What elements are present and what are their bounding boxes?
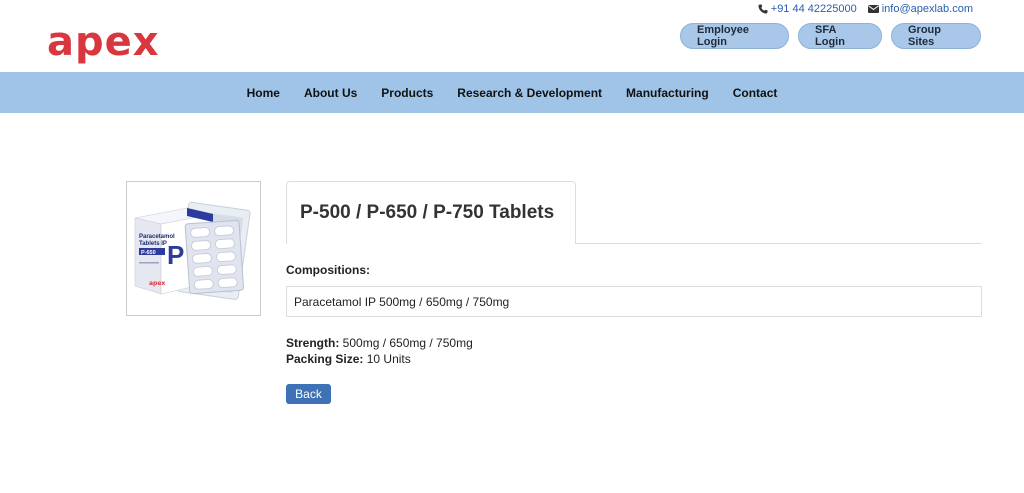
box-badge: P-650	[141, 250, 156, 256]
phone-contact[interactable]: +91 44 42225000	[758, 3, 857, 15]
tab-divider	[576, 243, 982, 244]
packing-row: Packing Size: 10 Units	[286, 351, 473, 367]
nav-manufacturing[interactable]: Manufacturing	[626, 86, 709, 100]
sfa-login-button[interactable]: SFA Login	[798, 23, 882, 49]
contact-bar: +91 44 42225000 info@apexlab.com	[758, 3, 973, 15]
phone-number[interactable]: +91 44 42225000	[771, 3, 857, 15]
apex-logo[interactable]: apex	[47, 20, 160, 64]
top-header: apex +91 44 42225000 info@apexlab.com Em…	[0, 0, 1024, 72]
product-title-tab[interactable]: P-500 / P-650 / P-750 Tablets	[286, 181, 576, 244]
nav-about-us[interactable]: About Us	[304, 86, 357, 100]
main-nav: Home About Us Products Research & Develo…	[0, 72, 1024, 113]
back-button[interactable]: Back	[286, 384, 331, 404]
email-contact[interactable]: info@apexlab.com	[867, 3, 973, 15]
nav-home[interactable]: Home	[247, 86, 280, 100]
strength-row: Strength: 500mg / 650mg / 750mg	[286, 335, 473, 351]
nav-research-development[interactable]: Research & Development	[457, 86, 602, 100]
envelope-icon	[867, 5, 879, 13]
packing-label: Packing Size:	[286, 352, 364, 366]
strength-value: 500mg / 650mg / 750mg	[342, 336, 473, 350]
product-title: P-500 / P-650 / P-750 Tablets	[300, 202, 555, 223]
packing-value: 10 Units	[366, 352, 411, 366]
box-letter: P	[167, 240, 184, 270]
nav-contact[interactable]: Contact	[733, 86, 778, 100]
compositions-label: Compositions:	[286, 263, 370, 277]
strength-label: Strength:	[286, 336, 340, 350]
nav-products[interactable]: Products	[381, 86, 433, 100]
group-sites-button[interactable]: Group Sites	[891, 23, 981, 49]
box-brand: apex	[149, 280, 165, 287]
employee-login-button[interactable]: Employee Login	[680, 23, 789, 49]
email-address[interactable]: info@apexlab.com	[882, 3, 973, 15]
product-image: Paracetamol Tablets IP P-650 P apex	[126, 181, 261, 316]
compositions-value: Paracetamol IP 500mg / 650mg / 750mg	[286, 286, 982, 317]
header-buttons: Employee Login SFA Login Group Sites	[680, 23, 981, 49]
phone-icon	[758, 4, 768, 14]
product-specs: Strength: 500mg / 650mg / 750mg Packing …	[286, 335, 473, 367]
box-name-line2: Tablets IP	[139, 241, 167, 247]
product-pack-illustration: Paracetamol Tablets IP P-650 P apex	[134, 201, 251, 300]
